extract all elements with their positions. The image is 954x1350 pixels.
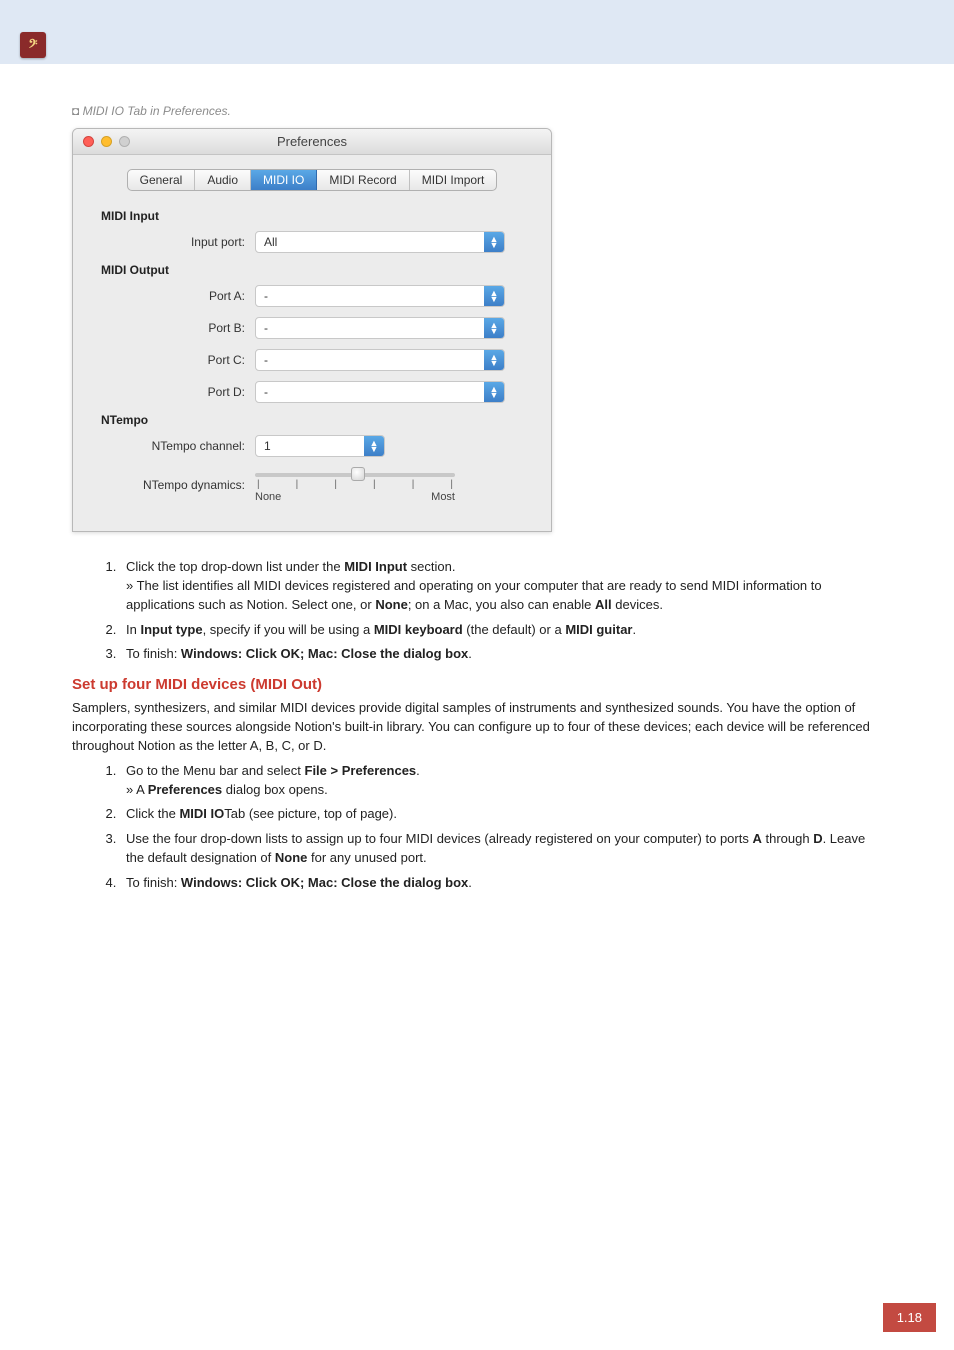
slider-max-label: Most bbox=[431, 491, 455, 503]
section-heading-midi-out: Set up four MIDI devices (MIDI Out) bbox=[72, 676, 882, 693]
steps-list-2: Go to the Menu bar and select File > Pre… bbox=[72, 762, 882, 893]
port-b-label: Port B: bbox=[95, 321, 255, 335]
chevron-updown-icon: ▲▼ bbox=[364, 436, 384, 456]
input-port-label: Input port: bbox=[95, 235, 255, 249]
ntempo-dynamics-slider[interactable] bbox=[255, 473, 455, 477]
ntempo-channel-label: NTempo channel: bbox=[95, 439, 255, 453]
section-paragraph: Samplers, synthesizers, and similar MIDI… bbox=[72, 699, 882, 756]
figure-caption: MIDI IO Tab in Preferences. bbox=[72, 104, 882, 118]
tab-audio[interactable]: Audio bbox=[195, 170, 251, 190]
preferences-window: Preferences General Audio MIDI IO MIDI R… bbox=[72, 128, 552, 532]
steps-list-1: Click the top drop-down list under the M… bbox=[72, 558, 882, 664]
port-c-label: Port C: bbox=[95, 353, 255, 367]
port-d-label: Port D: bbox=[95, 385, 255, 399]
port-a-select[interactable]: -▲▼ bbox=[255, 285, 505, 307]
port-b-select[interactable]: -▲▼ bbox=[255, 317, 505, 339]
chevron-updown-icon: ▲▼ bbox=[484, 232, 504, 252]
chevron-updown-icon: ▲▼ bbox=[484, 350, 504, 370]
list-item: To finish: Windows: Click OK; Mac: Close… bbox=[120, 645, 882, 664]
window-title: Preferences bbox=[73, 134, 551, 149]
tab-general[interactable]: General bbox=[128, 170, 196, 190]
tab-midi-io[interactable]: MIDI IO bbox=[251, 170, 317, 190]
slider-thumb[interactable] bbox=[351, 467, 365, 481]
list-item: Go to the Menu bar and select File > Pre… bbox=[120, 762, 882, 800]
list-item: In Input type, specify if you will be us… bbox=[120, 621, 882, 640]
page-number: 1.18 bbox=[883, 1303, 936, 1332]
tab-midi-import[interactable]: MIDI Import bbox=[410, 170, 497, 190]
port-c-select[interactable]: -▲▼ bbox=[255, 349, 505, 371]
section-midi-input-heading: MIDI Input bbox=[101, 209, 529, 223]
tab-midi-record[interactable]: MIDI Record bbox=[317, 170, 409, 190]
input-port-select[interactable]: All ▲▼ bbox=[255, 231, 505, 253]
port-d-select[interactable]: -▲▼ bbox=[255, 381, 505, 403]
port-a-label: Port A: bbox=[95, 289, 255, 303]
list-item: Click the MIDI IOTab (see picture, top o… bbox=[120, 805, 882, 824]
list-item: Use the four drop-down lists to assign u… bbox=[120, 830, 882, 868]
section-midi-output-heading: MIDI Output bbox=[101, 263, 529, 277]
chevron-updown-icon: ▲▼ bbox=[484, 318, 504, 338]
chevron-updown-icon: ▲▼ bbox=[484, 382, 504, 402]
slider-min-label: None bbox=[255, 491, 281, 503]
ntempo-dynamics-label: NTempo dynamics: bbox=[95, 478, 255, 492]
app-logo: 𝄢 bbox=[20, 32, 46, 58]
tabbar: General Audio MIDI IO MIDI Record MIDI I… bbox=[127, 169, 498, 191]
chevron-updown-icon: ▲▼ bbox=[484, 286, 504, 306]
titlebar: Preferences bbox=[73, 129, 551, 155]
ntempo-channel-select[interactable]: 1▲▼ bbox=[255, 435, 385, 457]
list-item: Click the top drop-down list under the M… bbox=[120, 558, 882, 615]
header-band: 𝄢 bbox=[0, 0, 954, 64]
section-ntempo-heading: NTempo bbox=[101, 413, 529, 427]
list-item: To finish: Windows: Click OK; Mac: Close… bbox=[120, 874, 882, 893]
